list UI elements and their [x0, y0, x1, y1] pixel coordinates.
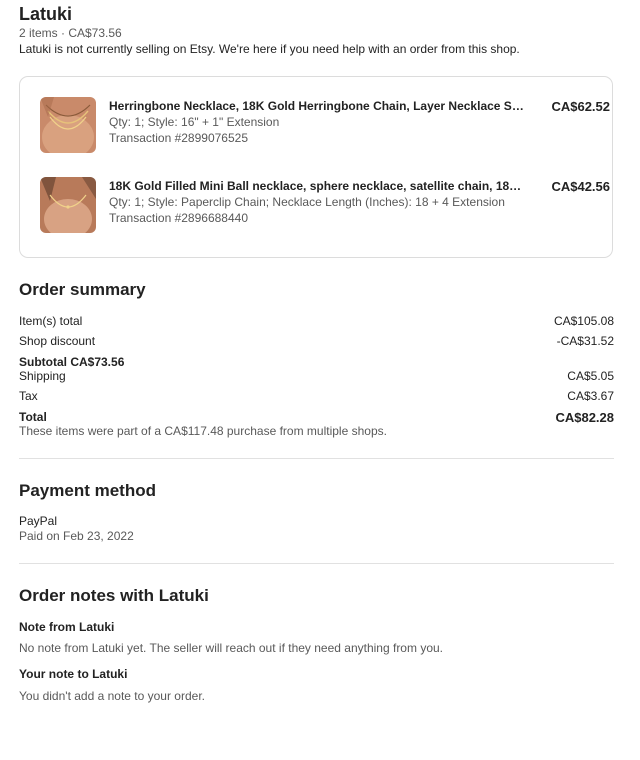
shipping-label: Shipping: [19, 369, 66, 383]
subtotal-label: Subtotal CA$73.56: [19, 355, 125, 369]
shipping-value: CA$5.05: [567, 369, 614, 383]
shop-notice: Latuki is not currently selling on Etsy.…: [19, 42, 520, 56]
items-total-value: CA$105.08: [553, 314, 614, 328]
item-transaction: Transaction #2896688440: [109, 211, 248, 225]
list-item[interactable]: Herringbone Necklace, 18K Gold Herringbo…: [40, 96, 610, 156]
items-total-label: Item(s) total: [19, 314, 83, 328]
multi-shop-note: These items were part of a CA$117.48 pur…: [19, 424, 387, 438]
shop-discount-value: -CA$31.52: [556, 334, 614, 348]
seller-note-heading: Note from Latuki: [19, 620, 115, 634]
shop-name[interactable]: Latuki: [19, 4, 72, 25]
divider: [19, 458, 614, 459]
order-summary-title: Order summary: [19, 280, 146, 299]
total-label: Total: [19, 410, 47, 424]
divider: [19, 563, 614, 564]
seller-note-text: No note from Latuki yet. The seller will…: [19, 641, 443, 655]
item-title[interactable]: 18K Gold Filled Mini Ball necklace, sphe…: [109, 179, 524, 193]
item-price: CA$42.56: [551, 179, 610, 194]
necklace-photo-icon: [40, 97, 96, 153]
item-thumbnail[interactable]: [40, 177, 96, 233]
buyer-note-heading: Your note to Latuki: [19, 667, 128, 681]
item-title[interactable]: Herringbone Necklace, 18K Gold Herringbo…: [109, 99, 524, 113]
tax-value: CA$3.67: [567, 389, 614, 403]
total-value: CA$82.28: [555, 410, 614, 425]
item-detail: Qty: 1; Style: 16" + 1" Extension: [109, 115, 280, 129]
item-price: CA$62.52: [551, 99, 610, 114]
payment-method-title: Payment method: [19, 481, 156, 500]
necklace-photo-icon: [40, 177, 96, 233]
shop-discount-label: Shop discount: [19, 334, 96, 348]
item-thumbnail[interactable]: [40, 97, 96, 153]
list-item[interactable]: 18K Gold Filled Mini Ball necklace, sphe…: [40, 176, 610, 236]
order-notes-title: Order notes with Latuki: [19, 586, 209, 605]
tax-label: Tax: [19, 389, 38, 403]
order-meta: 2 items · CA$73.56: [19, 26, 122, 40]
item-detail: Qty: 1; Style: Paperclip Chain; Necklace…: [109, 195, 505, 209]
item-transaction: Transaction #2899076525: [109, 131, 248, 145]
paid-on-date: Paid on Feb 23, 2022: [19, 529, 134, 543]
order-items-card: Herringbone Necklace, 18K Gold Herringbo…: [19, 76, 613, 258]
payment-method-name: PayPal: [19, 514, 58, 528]
buyer-note-text: You didn't add a note to your order.: [19, 689, 205, 703]
